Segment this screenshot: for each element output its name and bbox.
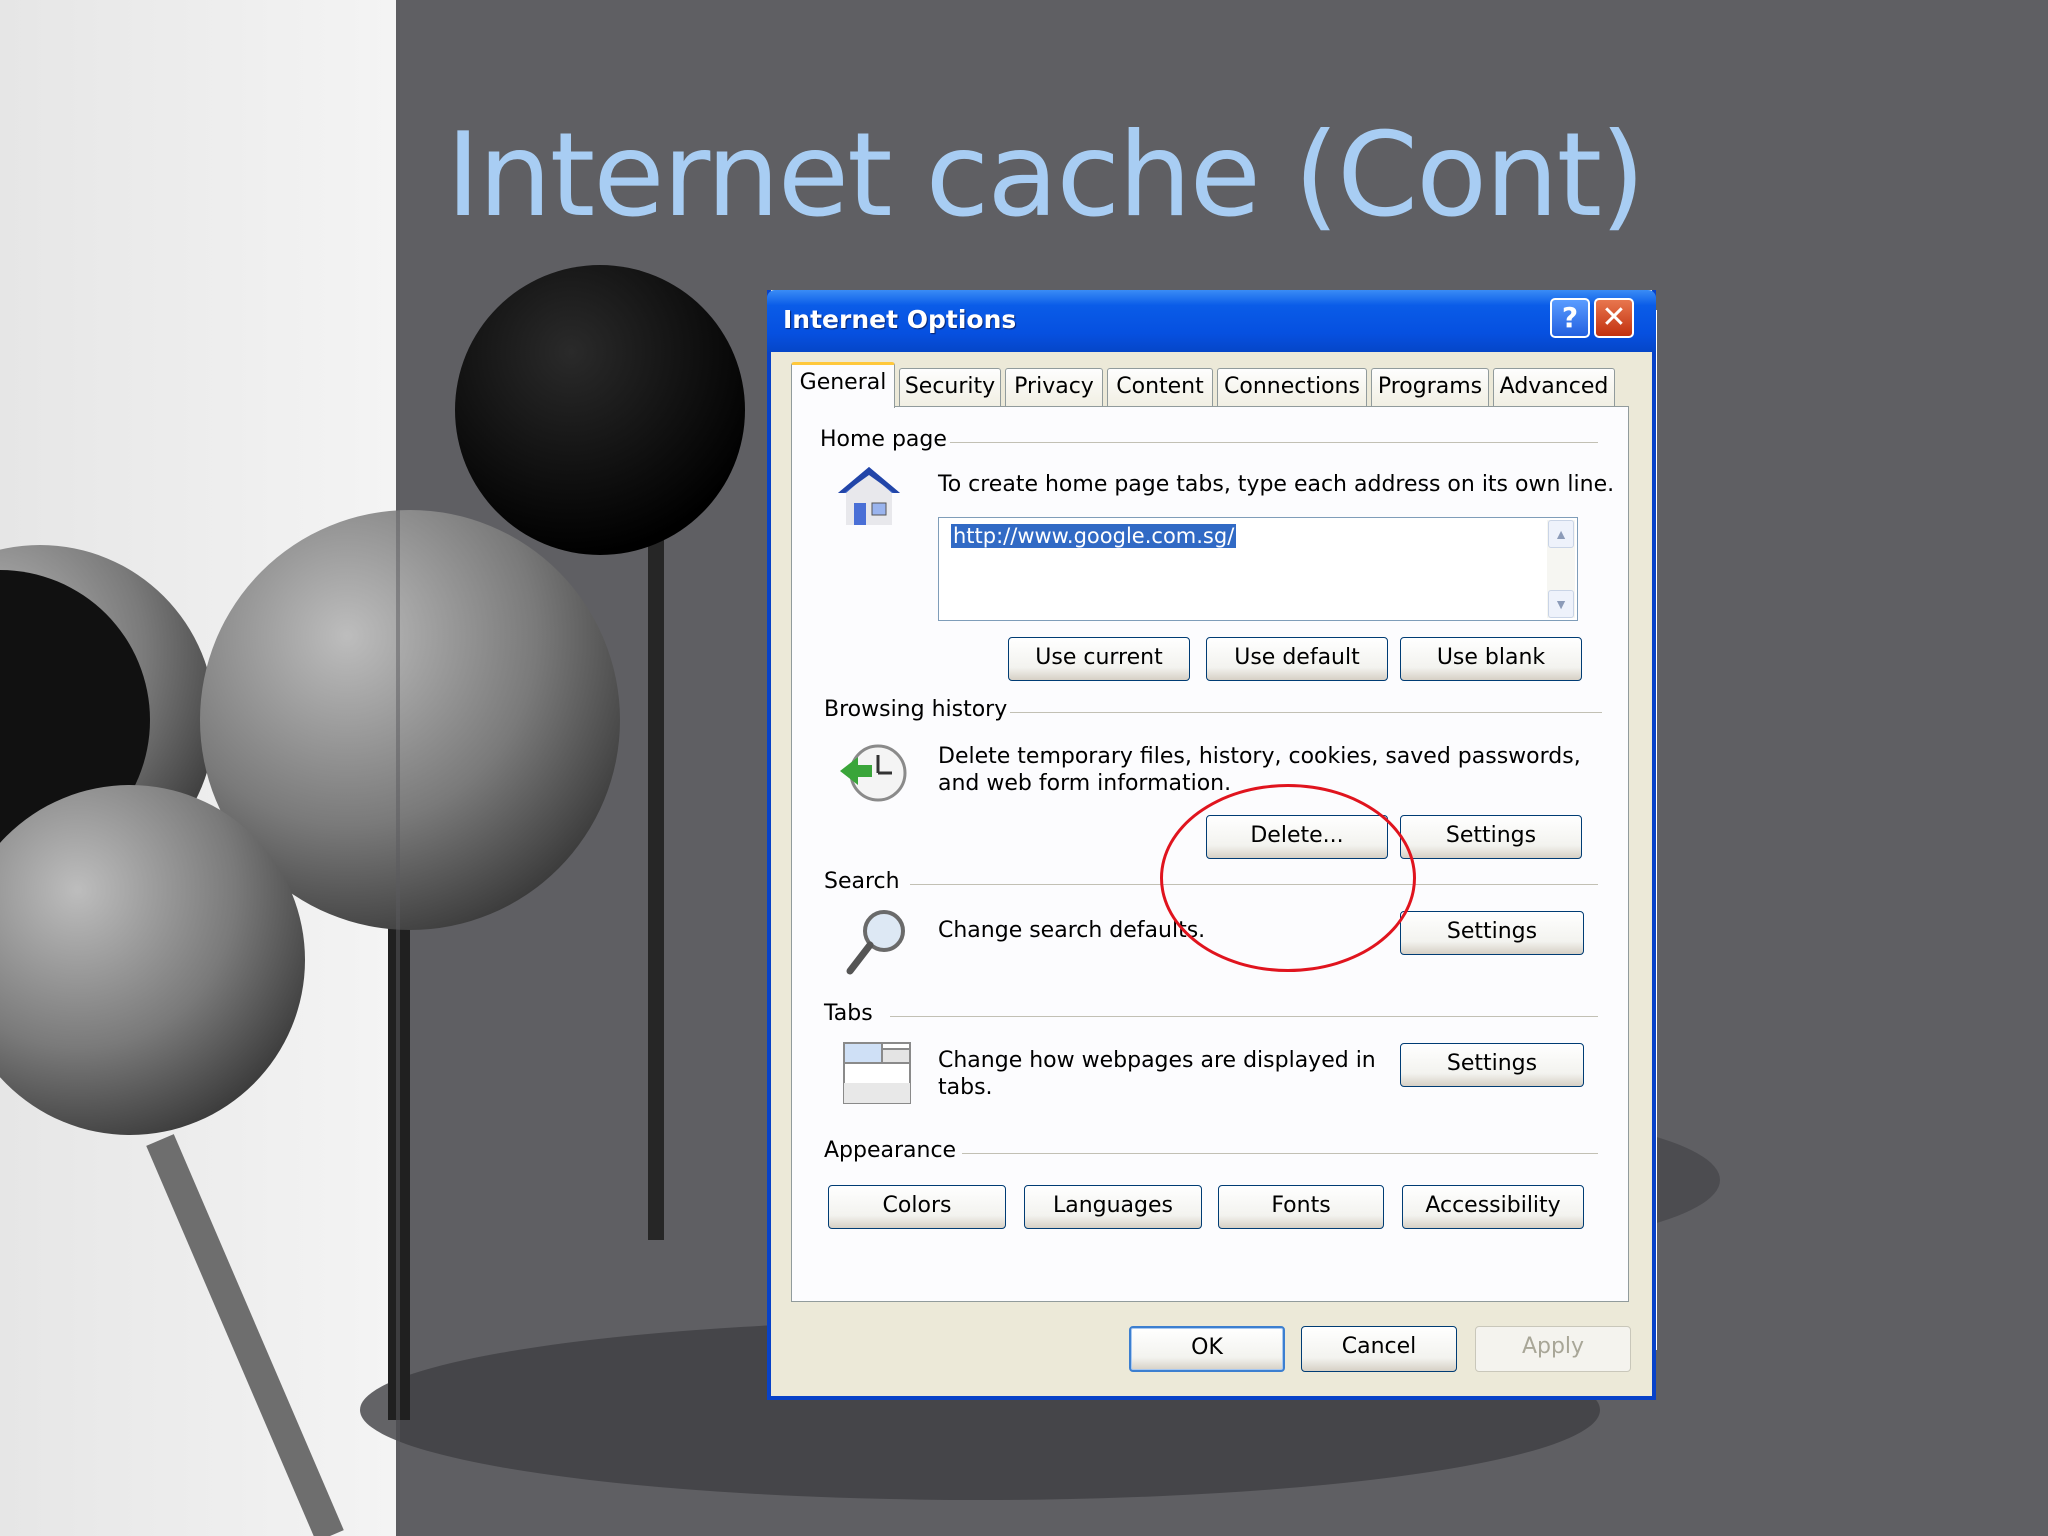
close-button[interactable]: ✕ <box>1594 298 1634 338</box>
history-settings-button[interactable]: Settings <box>1400 815 1582 859</box>
scroll-down-icon[interactable]: ▼ <box>1548 590 1574 618</box>
accessibility-button[interactable]: Accessibility <box>1402 1185 1584 1229</box>
use-default-button[interactable]: Use default <box>1206 637 1388 681</box>
apply-button[interactable]: Apply <box>1475 1326 1631 1372</box>
browsing-history-heading: Browsing history <box>824 697 1008 722</box>
group-divider <box>1010 712 1602 713</box>
ok-button[interactable]: OK <box>1129 1326 1285 1372</box>
tab-security[interactable]: Security <box>899 368 1001 406</box>
tabs-description-line2: tabs. <box>938 1075 993 1100</box>
magnifier-icon <box>846 910 905 975</box>
browsing-history-description-line1: Delete temporary files, history, cookies… <box>938 744 1581 769</box>
colors-button[interactable]: Colors <box>828 1185 1006 1229</box>
search-heading: Search <box>824 869 900 894</box>
scroll-up-icon[interactable]: ▲ <box>1548 520 1574 548</box>
tab-privacy[interactable]: Privacy <box>1005 368 1103 406</box>
fonts-button[interactable]: Fonts <box>1218 1185 1384 1229</box>
group-divider <box>890 1016 1598 1017</box>
slide-title: Internet cache (Cont) <box>446 108 1645 243</box>
tab-general[interactable]: General <box>791 362 895 408</box>
home-page-url: http://www.google.com.sg/ <box>951 524 1237 548</box>
tab-advanced[interactable]: Advanced <box>1493 368 1615 406</box>
slide: Internet cache (Cont) Internet Options ?… <box>0 0 2048 1536</box>
textarea-scrollbar[interactable]: ▲ ▼ <box>1547 520 1575 618</box>
browsing-history-description-line2: and web form information. <box>938 771 1232 796</box>
help-button[interactable]: ? <box>1550 298 1590 338</box>
home-page-heading: Home page <box>820 427 947 452</box>
house-icon <box>838 467 900 525</box>
tabs-settings-button[interactable]: Settings <box>1400 1043 1584 1087</box>
group-divider <box>962 1153 1598 1154</box>
home-page-description: To create home page tabs, type each addr… <box>938 472 1615 497</box>
group-divider <box>950 442 1598 443</box>
tabs-window-icon <box>843 1042 911 1104</box>
search-settings-button[interactable]: Settings <box>1400 911 1584 955</box>
tab-connections[interactable]: Connections <box>1217 368 1367 406</box>
history-clock-icon <box>840 744 907 802</box>
tab-content[interactable]: Content <box>1107 368 1213 406</box>
tabs-description-line1: Change how webpages are displayed in <box>938 1048 1376 1073</box>
appearance-heading: Appearance <box>824 1138 957 1163</box>
tabs-heading: Tabs <box>824 1001 873 1026</box>
use-current-button[interactable]: Use current <box>1008 637 1190 681</box>
dialog-titlebar[interactable]: Internet Options ? ✕ <box>767 290 1656 352</box>
home-page-textarea[interactable]: http://www.google.com.sg/ ▲ ▼ <box>938 517 1578 621</box>
highlight-circle-annotation <box>1160 784 1416 972</box>
cancel-button[interactable]: Cancel <box>1301 1326 1457 1372</box>
search-description: Change search defaults. <box>938 918 1206 943</box>
use-blank-button[interactable]: Use blank <box>1400 637 1582 681</box>
tab-programs[interactable]: Programs <box>1371 368 1489 406</box>
dialog-title: Internet Options <box>783 305 1017 334</box>
languages-button[interactable]: Languages <box>1024 1185 1202 1229</box>
